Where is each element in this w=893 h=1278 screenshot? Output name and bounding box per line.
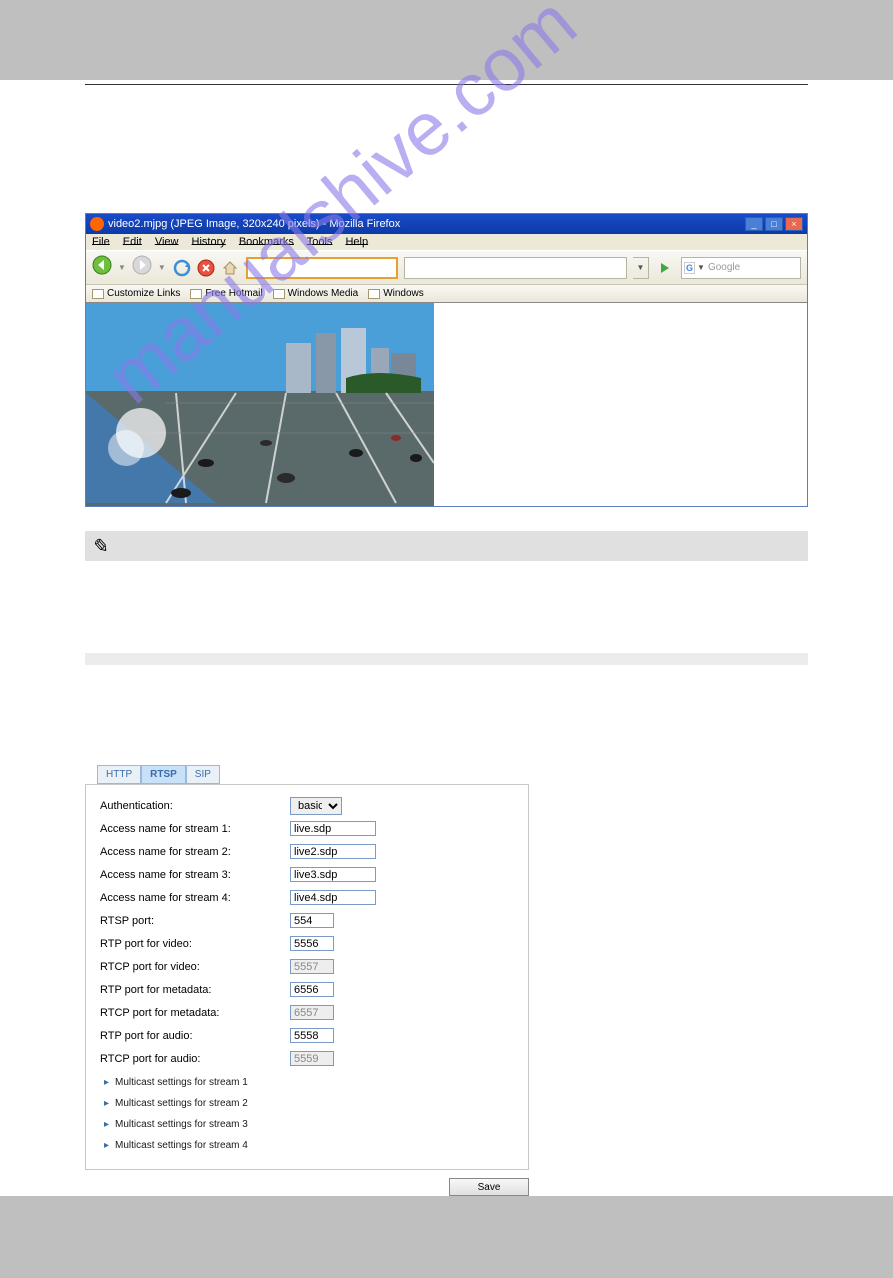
stream2-input[interactable] bbox=[290, 844, 376, 859]
address-bar-highlighted[interactable] bbox=[246, 257, 398, 279]
video-stream-image bbox=[86, 303, 434, 506]
firefox-window: video2.mjpg (JPEG Image, 320x240 pixels)… bbox=[85, 213, 808, 507]
rtp-meta-label: RTP port for metadata: bbox=[100, 984, 290, 996]
window-titlebar: video2.mjpg (JPEG Image, 320x240 pixels)… bbox=[86, 214, 807, 234]
rtsp-config-panel: HTTP RTSP SIP Authentication: basic Acce… bbox=[85, 765, 808, 1196]
address-bar[interactable] bbox=[404, 257, 627, 279]
forward-dropdown[interactable]: ▼ bbox=[156, 263, 168, 272]
page-icon bbox=[273, 289, 285, 299]
expand-icon: ▸ bbox=[104, 1098, 109, 1109]
stop-button[interactable] bbox=[196, 258, 216, 278]
window-title: video2.mjpg (JPEG Image, 320x240 pixels)… bbox=[108, 218, 745, 230]
search-engine-dropdown[interactable]: ▼ bbox=[697, 263, 705, 272]
expand-icon: ▸ bbox=[104, 1140, 109, 1151]
menu-help[interactable]: Help bbox=[345, 236, 368, 248]
stream4-label: Access name for stream 4: bbox=[100, 892, 290, 904]
bookmarks-toolbar: Customize Links Free Hotmail Windows Med… bbox=[86, 285, 807, 303]
rtp-video-input[interactable] bbox=[290, 936, 334, 951]
stream3-input[interactable] bbox=[290, 867, 376, 882]
tab-http[interactable]: HTTP bbox=[97, 765, 141, 784]
tab-rtsp[interactable]: RTSP bbox=[141, 765, 186, 784]
close-button[interactable]: × bbox=[785, 217, 803, 231]
auth-label: Authentication: bbox=[100, 800, 290, 812]
menu-bookmarks[interactable]: Bookmarks bbox=[239, 236, 294, 248]
browser-toolbar: ▼ ▼ ▼ G ▼ Google bbox=[86, 250, 807, 285]
rtcp-video-input bbox=[290, 959, 334, 974]
stream3-label: Access name for stream 3: bbox=[100, 869, 290, 881]
forward-button[interactable] bbox=[132, 255, 152, 280]
address-dropdown[interactable]: ▼ bbox=[633, 257, 649, 279]
note-bar: ✎ bbox=[85, 531, 808, 561]
home-button[interactable] bbox=[220, 258, 240, 278]
rtcp-audio-input bbox=[290, 1051, 334, 1066]
stream1-input[interactable] bbox=[290, 821, 376, 836]
rtcp-video-label: RTCP port for video: bbox=[100, 961, 290, 973]
rtp-audio-label: RTP port for audio: bbox=[100, 1030, 290, 1042]
bookmark-customize-links[interactable]: Customize Links bbox=[92, 288, 180, 299]
stream1-label: Access name for stream 1: bbox=[100, 823, 290, 835]
auth-select[interactable]: basic bbox=[290, 797, 342, 815]
stream2-label: Access name for stream 2: bbox=[100, 846, 290, 858]
back-dropdown[interactable]: ▼ bbox=[116, 263, 128, 272]
bookmark-free-hotmail[interactable]: Free Hotmail bbox=[190, 288, 262, 299]
multicast-stream2[interactable]: ▸Multicast settings for stream 2 bbox=[104, 1098, 514, 1109]
header-gray-bar bbox=[0, 0, 893, 80]
rtp-audio-input[interactable] bbox=[290, 1028, 334, 1043]
rtsp-port-label: RTSP port: bbox=[100, 915, 290, 927]
go-button[interactable] bbox=[657, 260, 673, 276]
minimize-button[interactable]: _ bbox=[745, 217, 763, 231]
rtp-video-label: RTP port for video: bbox=[100, 938, 290, 950]
page-icon bbox=[368, 289, 380, 299]
save-button[interactable]: Save bbox=[449, 1178, 529, 1196]
expand-icon: ▸ bbox=[104, 1119, 109, 1130]
browser-menubar[interactable]: File Edit View History Bookmarks Tools H… bbox=[86, 234, 807, 250]
stream4-input[interactable] bbox=[290, 890, 376, 905]
section-divider bbox=[85, 653, 808, 665]
reload-button[interactable] bbox=[172, 258, 192, 278]
bookmark-windows-media[interactable]: Windows Media bbox=[273, 288, 359, 299]
search-placeholder: Google bbox=[708, 262, 740, 273]
back-button[interactable] bbox=[92, 255, 112, 280]
page-icon bbox=[190, 289, 202, 299]
menu-edit[interactable]: Edit bbox=[123, 236, 142, 248]
divider bbox=[85, 84, 808, 85]
multicast-stream3[interactable]: ▸Multicast settings for stream 3 bbox=[104, 1119, 514, 1130]
rtcp-meta-label: RTCP port for metadata: bbox=[100, 1007, 290, 1019]
firefox-icon bbox=[90, 217, 104, 231]
expand-icon: ▸ bbox=[104, 1077, 109, 1088]
multicast-stream1[interactable]: ▸Multicast settings for stream 1 bbox=[104, 1077, 514, 1088]
menu-tools[interactable]: Tools bbox=[307, 236, 333, 248]
rtcp-audio-label: RTCP port for audio: bbox=[100, 1053, 290, 1065]
rtsp-port-input[interactable] bbox=[290, 913, 334, 928]
menu-file[interactable]: File bbox=[92, 236, 110, 248]
search-box[interactable]: G ▼ Google bbox=[681, 257, 801, 279]
menu-view[interactable]: View bbox=[155, 236, 179, 248]
multicast-stream4[interactable]: ▸Multicast settings for stream 4 bbox=[104, 1140, 514, 1151]
footer-gray-bar bbox=[0, 1196, 893, 1278]
rtp-meta-input[interactable] bbox=[290, 982, 334, 997]
page-icon bbox=[92, 289, 104, 299]
google-icon: G bbox=[684, 262, 695, 274]
menu-history[interactable]: History bbox=[192, 236, 226, 248]
rtcp-meta-input bbox=[290, 1005, 334, 1020]
pencil-icon: ✎ bbox=[90, 533, 109, 559]
maximize-button[interactable]: □ bbox=[765, 217, 783, 231]
bookmark-windows[interactable]: Windows bbox=[368, 288, 424, 299]
tab-sip[interactable]: SIP bbox=[186, 765, 220, 784]
